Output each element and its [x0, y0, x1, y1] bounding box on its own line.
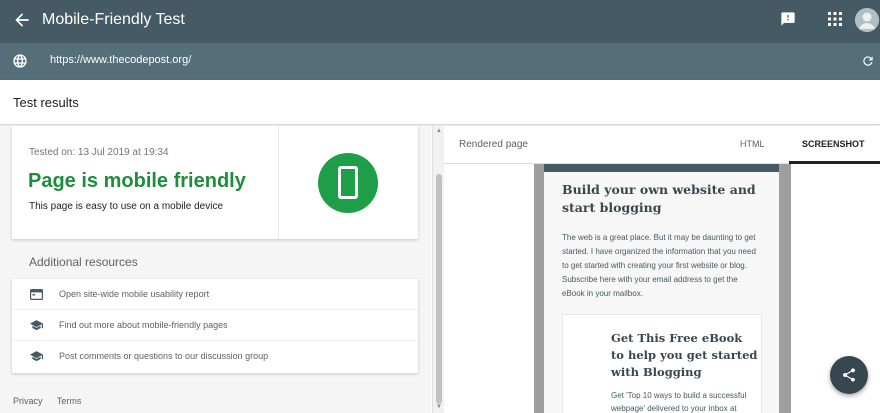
results-scrollbar[interactable]: ▲ ▼: [432, 126, 444, 413]
results-panel: Tested on: 13 Jul 2019 at 19:34 Page is …: [0, 126, 431, 413]
screenshot-promo-heading: Get This Free eBook to help you get star…: [611, 331, 758, 379]
privacy-link[interactable]: Privacy: [13, 396, 43, 406]
results-title: Test results: [13, 95, 79, 110]
screenshot-heading: Build your own website and start bloggin…: [562, 182, 756, 215]
back-arrow-icon[interactable]: [12, 10, 32, 30]
school-icon: [30, 351, 43, 362]
scrollbar-thumb[interactable]: [436, 174, 442, 404]
summary-card: Tested on: 13 Jul 2019 at 19:34 Page is …: [12, 126, 418, 239]
refresh-icon[interactable]: [861, 54, 875, 68]
footer-links: Privacy Terms: [13, 396, 93, 406]
resource-item-discussion[interactable]: Post comments or questions to our discus…: [12, 341, 418, 372]
results-header: Test results: [0, 80, 880, 125]
rendered-page-label: Rendered page: [459, 139, 528, 150]
screenshot-promo-box: Get This Free eBook to help you get star…: [562, 314, 762, 413]
report-icon: [30, 289, 43, 300]
resource-item-label[interactable]: Open site-wide mobile usability report: [59, 289, 209, 299]
tested-url[interactable]: https://www.thecodepost.org/: [50, 54, 191, 66]
scroll-up-arrow-icon[interactable]: ▲: [436, 128, 442, 134]
smartphone-icon: [338, 166, 358, 199]
resource-item-label[interactable]: Find out more about mobile-friendly page…: [59, 320, 228, 330]
app-title: Mobile-Friendly Test: [42, 11, 185, 28]
feedback-icon[interactable]: [780, 11, 796, 27]
apps-grid-icon[interactable]: [828, 12, 842, 26]
account-avatar[interactable]: [855, 8, 879, 32]
mobile-friendly-subtitle: This page is easy to use on a mobile dev…: [29, 201, 223, 212]
terms-link[interactable]: Terms: [57, 396, 82, 406]
share-icon: [843, 368, 855, 382]
screenshot-paragraph: The web is a great place. But it may be …: [562, 233, 756, 298]
tested-on-label: Tested on: 13 Jul 2019 at 19:34: [29, 147, 169, 158]
rendered-page-header: Rendered page HTML SCREENSHOT: [444, 126, 880, 164]
screenshot-promo-text: Get 'Top 10 ways to build a successful w…: [611, 391, 747, 413]
tab-html[interactable]: HTML: [740, 139, 765, 149]
additional-resources-title: Additional resources: [29, 255, 138, 269]
card-divider: [278, 126, 279, 239]
resource-item-label[interactable]: Post comments or questions to our discus…: [59, 351, 268, 361]
mobile-friendly-headline: Page is mobile friendly: [28, 170, 246, 192]
tab-screenshot[interactable]: SCREENSHOT: [802, 139, 865, 149]
screenshot-top-bar: [544, 164, 779, 172]
globe-icon: [13, 54, 27, 68]
mobile-friendly-badge: [318, 153, 378, 213]
share-button[interactable]: [830, 356, 868, 394]
school-icon: [30, 320, 43, 331]
resource-item-learn-more[interactable]: Find out more about mobile-friendly page…: [12, 310, 418, 341]
app-bar: Mobile-Friendly Test: [0, 0, 880, 43]
page-screenshot: Build your own website and start bloggin…: [544, 164, 779, 413]
resources-list: Open site-wide mobile usability report F…: [12, 279, 418, 373]
url-bar: https://www.thecodepost.org/: [0, 43, 880, 80]
rendered-page-panel: Rendered page HTML SCREENSHOT Build your…: [444, 126, 880, 413]
scroll-down-arrow-icon[interactable]: ▼: [436, 404, 442, 410]
resource-item-usability-report[interactable]: Open site-wide mobile usability report: [12, 279, 418, 310]
